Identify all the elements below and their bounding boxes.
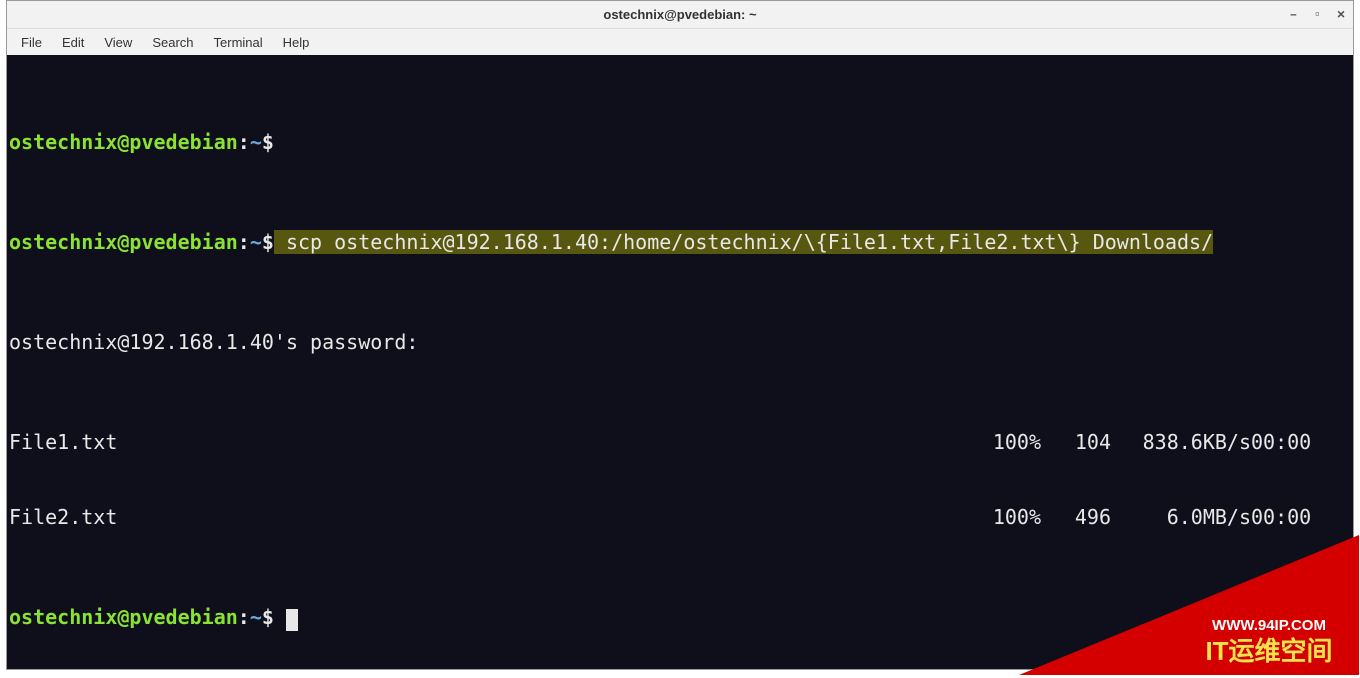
terminal-line: ostechnix@pvedebian:~$ <box>9 130 1351 155</box>
prompt-path: ~ <box>250 230 262 254</box>
prompt-colon: : <box>238 130 250 154</box>
transfer-eta: 00:00 <box>1251 430 1351 455</box>
transfer-size: 104 <box>1041 430 1111 455</box>
transfer-row: File2.txt 100% 496 6.0MB/s 00:00 <box>9 505 1351 530</box>
transfer-size: 496 <box>1041 505 1111 530</box>
prompt-dollar: $ <box>262 230 274 254</box>
transfer-speed: 6.0MB/s <box>1111 505 1251 530</box>
prompt-path: ~ <box>250 130 262 154</box>
close-button[interactable]: ✕ <box>1337 7 1345 22</box>
menu-edit[interactable]: Edit <box>62 35 84 50</box>
prompt-colon: : <box>238 230 250 254</box>
maximize-button[interactable]: ▫ <box>1313 7 1321 22</box>
prompt-userhost: ostechnix@pvedebian <box>9 230 238 254</box>
menu-help[interactable]: Help <box>283 35 310 50</box>
prompt-userhost: ostechnix@pvedebian <box>9 605 238 629</box>
terminal-window: ostechnix@pvedebian: ~ – ▫ ✕ File Edit V… <box>6 0 1354 670</box>
transfer-speed: 838.6KB/s <box>1111 430 1251 455</box>
menu-file[interactable]: File <box>21 35 42 50</box>
transfer-percent: 100% <box>971 430 1041 455</box>
menu-view[interactable]: View <box>104 35 132 50</box>
prompt-dollar: $ <box>262 605 274 629</box>
terminal-line: ostechnix@pvedebian:~$ scp ostechnix@192… <box>9 230 1351 255</box>
terminal-area[interactable]: ostechnix@pvedebian:~$ ostechnix@pvedebi… <box>7 55 1353 669</box>
prompt-dollar: $ <box>262 130 274 154</box>
prompt-path: ~ <box>250 605 262 629</box>
transfer-row: File1.txt 100% 104 838.6KB/s 00:00 <box>9 430 1351 455</box>
window-controls: – ▫ ✕ <box>1290 1 1345 28</box>
terminal-line: ostechnix@192.168.1.40's password: <box>9 330 1351 355</box>
prompt-userhost: ostechnix@pvedebian <box>9 130 238 154</box>
window-title: ostechnix@pvedebian: ~ <box>603 7 756 22</box>
transfer-eta: 00:00 <box>1251 505 1351 530</box>
menubar: File Edit View Search Terminal Help <box>7 29 1353 55</box>
transfer-filename: File1.txt <box>9 430 117 455</box>
password-prompt: ostechnix@192.168.1.40's password: <box>9 330 418 354</box>
terminal-line: ostechnix@pvedebian:~$ <box>9 605 1351 630</box>
cursor <box>286 609 298 631</box>
highlighted-command: scp ostechnix@192.168.1.40:/home/ostechn… <box>274 230 1213 254</box>
menu-terminal[interactable]: Terminal <box>214 35 263 50</box>
transfer-filename: File2.txt <box>9 505 117 530</box>
prompt-colon: : <box>238 605 250 629</box>
transfer-percent: 100% <box>971 505 1041 530</box>
minimize-button[interactable]: – <box>1290 7 1298 22</box>
titlebar[interactable]: ostechnix@pvedebian: ~ – ▫ ✕ <box>7 1 1353 29</box>
menu-search[interactable]: Search <box>152 35 193 50</box>
